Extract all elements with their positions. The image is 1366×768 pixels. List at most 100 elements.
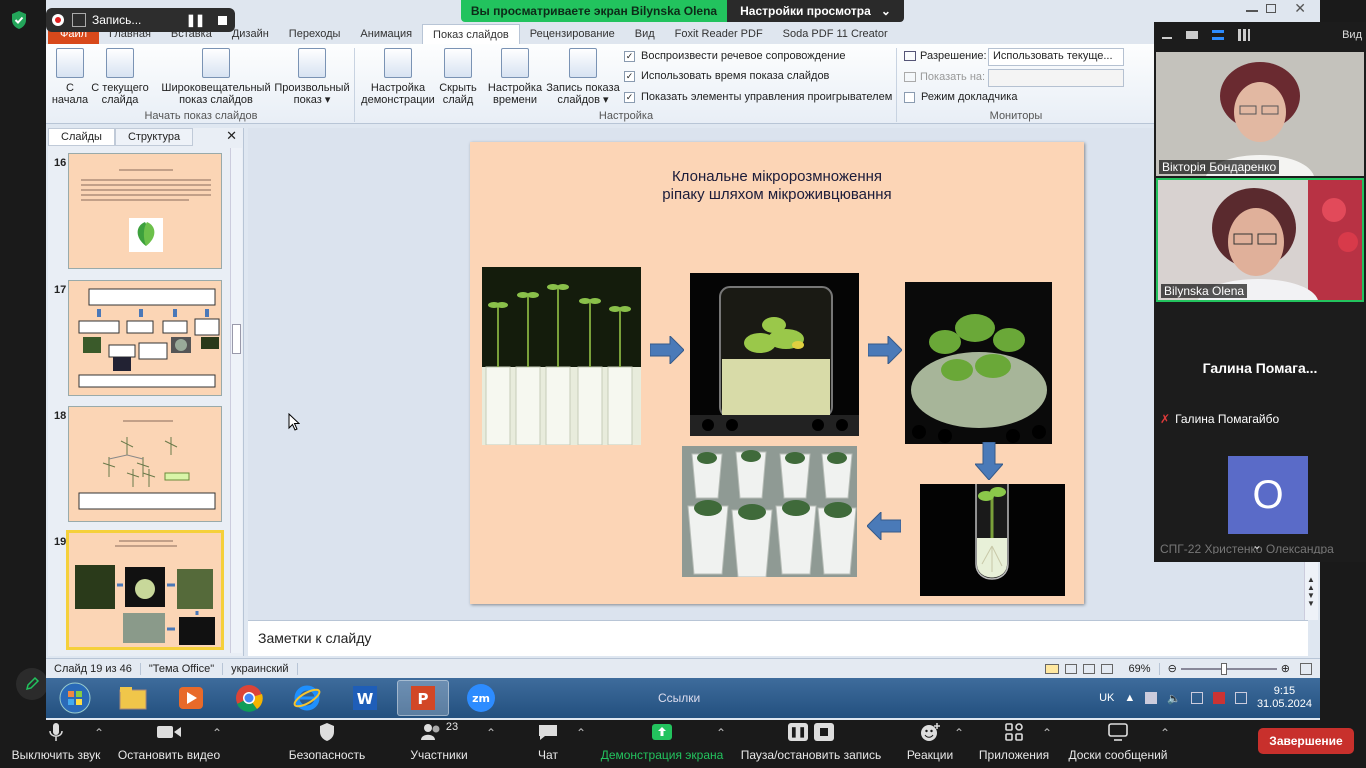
participants-button[interactable]: 23 Участники — [404, 720, 474, 768]
fit-to-window-icon[interactable] — [1300, 662, 1312, 675]
participant-tile-3[interactable]: Галина Помага... ✗ Галина Помагайбо — [1156, 304, 1364, 428]
start-button[interactable] — [49, 680, 101, 716]
tray-expand-icon[interactable]: ▲ — [1124, 692, 1135, 704]
controls-checkbox[interactable]: ✓ Показать элементы управления проигрыват… — [624, 91, 892, 103]
participant-tile-1[interactable]: Вікторія Бондаренко — [1156, 52, 1364, 176]
ie-taskbar-button[interactable] — [281, 680, 333, 716]
explorer-taskbar-button[interactable] — [107, 680, 159, 716]
scroll-thumb[interactable] — [232, 324, 241, 354]
end-meeting-button[interactable]: Завершение — [1258, 728, 1354, 754]
slide-thumb-19[interactable] — [66, 530, 224, 650]
zoom-slider[interactable]: ⊖ ⊕ — [1160, 662, 1320, 675]
pause-record-button[interactable]: ❚❚ Пауза/остановить запись — [738, 720, 884, 768]
rehearse-timings-button[interactable]: Настройка времени — [486, 48, 544, 106]
resolution-select[interactable]: Использовать текуще... — [988, 48, 1124, 66]
view-settings-button[interactable]: Настройки просмотра ⌄ — [727, 0, 904, 22]
show-on-select[interactable] — [988, 69, 1124, 87]
tab-soda[interactable]: Soda PDF 11 Creator — [773, 24, 898, 44]
apps-button[interactable]: Приложения — [976, 720, 1052, 768]
presenter-view-checkbox[interactable]: Режим докладчика — [904, 91, 1017, 103]
hide-slide-button[interactable]: Скрыть слайд — [436, 48, 480, 106]
participant-tile-2[interactable]: Bilynska Olena — [1156, 178, 1364, 302]
zoom-slider-thumb[interactable] — [1220, 662, 1227, 675]
display-icon[interactable] — [1234, 692, 1247, 704]
chevron-down-icon[interactable]: ⌄ — [1252, 538, 1262, 552]
chat-button[interactable]: Чат — [528, 720, 568, 768]
stop-icon[interactable] — [218, 15, 227, 25]
participant-tile-4[interactable]: O СПГ-22 Христенко Олександра ⌄ — [1156, 430, 1364, 554]
normal-view-icon[interactable] — [1044, 663, 1059, 674]
current-slide[interactable]: Клональне мікророзмноження ріпаку шляхом… — [470, 142, 1084, 604]
close-icon[interactable]: ✕ — [220, 128, 243, 146]
tab-transitions[interactable]: Переходы — [279, 24, 351, 44]
word-taskbar-button[interactable]: W — [339, 680, 391, 716]
strip-view-icon[interactable] — [1212, 30, 1224, 40]
security-alert-icon[interactable] — [1212, 692, 1225, 704]
custom-show-button[interactable]: Произвольный показ ▾ — [272, 48, 352, 106]
share-screen-button[interactable]: Демонстрация экрана — [598, 720, 726, 768]
narration-checkbox[interactable]: ✓ Воспроизвести речевое сопровождение — [624, 50, 846, 62]
view-label[interactable]: Вид — [1342, 29, 1366, 41]
network-icon[interactable] — [1190, 692, 1203, 704]
clock[interactable]: 9:15 31.05.2024 — [1257, 685, 1312, 711]
slide-thumb-18[interactable] — [68, 406, 222, 522]
caret-up-icon[interactable]: ⌃ — [1042, 726, 1052, 740]
links-toolbar[interactable]: Ссылки — [658, 691, 700, 705]
tab-foxit[interactable]: Foxit Reader PDF — [665, 24, 773, 44]
caret-up-icon[interactable]: ⌃ — [1160, 726, 1170, 740]
record-show-button[interactable]: Запись показа слайдов ▾ — [544, 48, 622, 106]
tab-animation[interactable]: Анимация — [350, 24, 422, 44]
slide-thumb-16[interactable] — [68, 153, 222, 269]
restore-icon[interactable] — [1266, 4, 1276, 13]
caret-up-icon[interactable]: ⌃ — [954, 726, 964, 740]
timings-checkbox[interactable]: ✓ Использовать время показа слайдов — [624, 70, 829, 82]
tab-slides[interactable]: Слайды — [48, 128, 115, 146]
reading-view-icon[interactable] — [1082, 663, 1095, 674]
page-nav-icon[interactable]: ▲ ▲ ▼ ▼ — [1307, 576, 1315, 608]
broadcast-button[interactable]: Широковещательный показ слайдов — [158, 48, 274, 106]
zoom-in-icon[interactable]: ⊕ — [1281, 662, 1290, 675]
zoom-app-icon: zm — [467, 684, 495, 712]
reactions-button[interactable]: Реакции — [904, 720, 956, 768]
sorter-view-icon[interactable] — [1064, 663, 1077, 674]
gallery-view-icon[interactable] — [1238, 29, 1250, 41]
speaker-icon[interactable]: 🔈 — [1167, 692, 1181, 705]
annotate-pen-icon[interactable] — [16, 668, 48, 700]
caret-up-icon[interactable]: ⌃ — [716, 726, 726, 740]
zoom-out-icon[interactable]: ⊖ — [1168, 662, 1177, 675]
caret-up-icon[interactable]: ⌃ — [212, 726, 222, 740]
panel-scrollbar[interactable] — [230, 148, 242, 653]
caret-up-icon[interactable]: ⌃ — [576, 726, 586, 740]
security-button[interactable]: Безопасность — [284, 720, 370, 768]
recording-indicator[interactable]: Запись... ❚❚ — [46, 8, 235, 32]
from-current-button[interactable]: С текущего слайда — [90, 48, 150, 106]
speaker-view-icon[interactable] — [1186, 31, 1198, 39]
caret-up-icon[interactable]: ⌃ — [486, 726, 496, 740]
tab-view[interactable]: Вид — [625, 24, 665, 44]
setup-show-button[interactable]: Настройка демонстрации — [360, 48, 436, 106]
powerpoint-taskbar-button[interactable]: P — [397, 680, 449, 716]
shield-check-icon[interactable] — [10, 10, 28, 30]
language[interactable]: украинский — [223, 662, 298, 675]
tab-review[interactable]: Рецензирование — [520, 24, 625, 44]
zoom-level[interactable]: 69% — [1121, 662, 1160, 675]
stop-video-button[interactable]: Остановить видео — [114, 720, 224, 768]
from-start-button[interactable]: С начала — [50, 48, 90, 106]
tray-app-icon[interactable] — [1145, 692, 1158, 704]
minimize-icon[interactable] — [1246, 10, 1258, 12]
mute-button[interactable]: Выключить звук — [6, 720, 106, 768]
zoom-taskbar-button[interactable]: zm — [455, 680, 507, 716]
chrome-taskbar-button[interactable] — [223, 680, 275, 716]
tab-outline[interactable]: Структура — [114, 128, 194, 146]
language-indicator[interactable]: UK — [1099, 692, 1114, 704]
tab-slideshow[interactable]: Показ слайдов — [422, 24, 520, 44]
slideshow-view-icon[interactable] — [1100, 663, 1113, 674]
caret-up-icon[interactable]: ⌃ — [94, 726, 104, 740]
slide-thumb-17[interactable] — [68, 280, 222, 396]
close-icon[interactable]: ✕ — [1294, 0, 1306, 17]
notes-area[interactable]: Заметки к слайду — [248, 620, 1308, 656]
whiteboards-button[interactable]: Доски сообщений — [1064, 720, 1172, 768]
media-player-taskbar-button[interactable] — [165, 680, 217, 716]
pause-icon[interactable]: ❚❚ — [186, 13, 205, 27]
minimize-icon[interactable] — [1162, 37, 1172, 39]
